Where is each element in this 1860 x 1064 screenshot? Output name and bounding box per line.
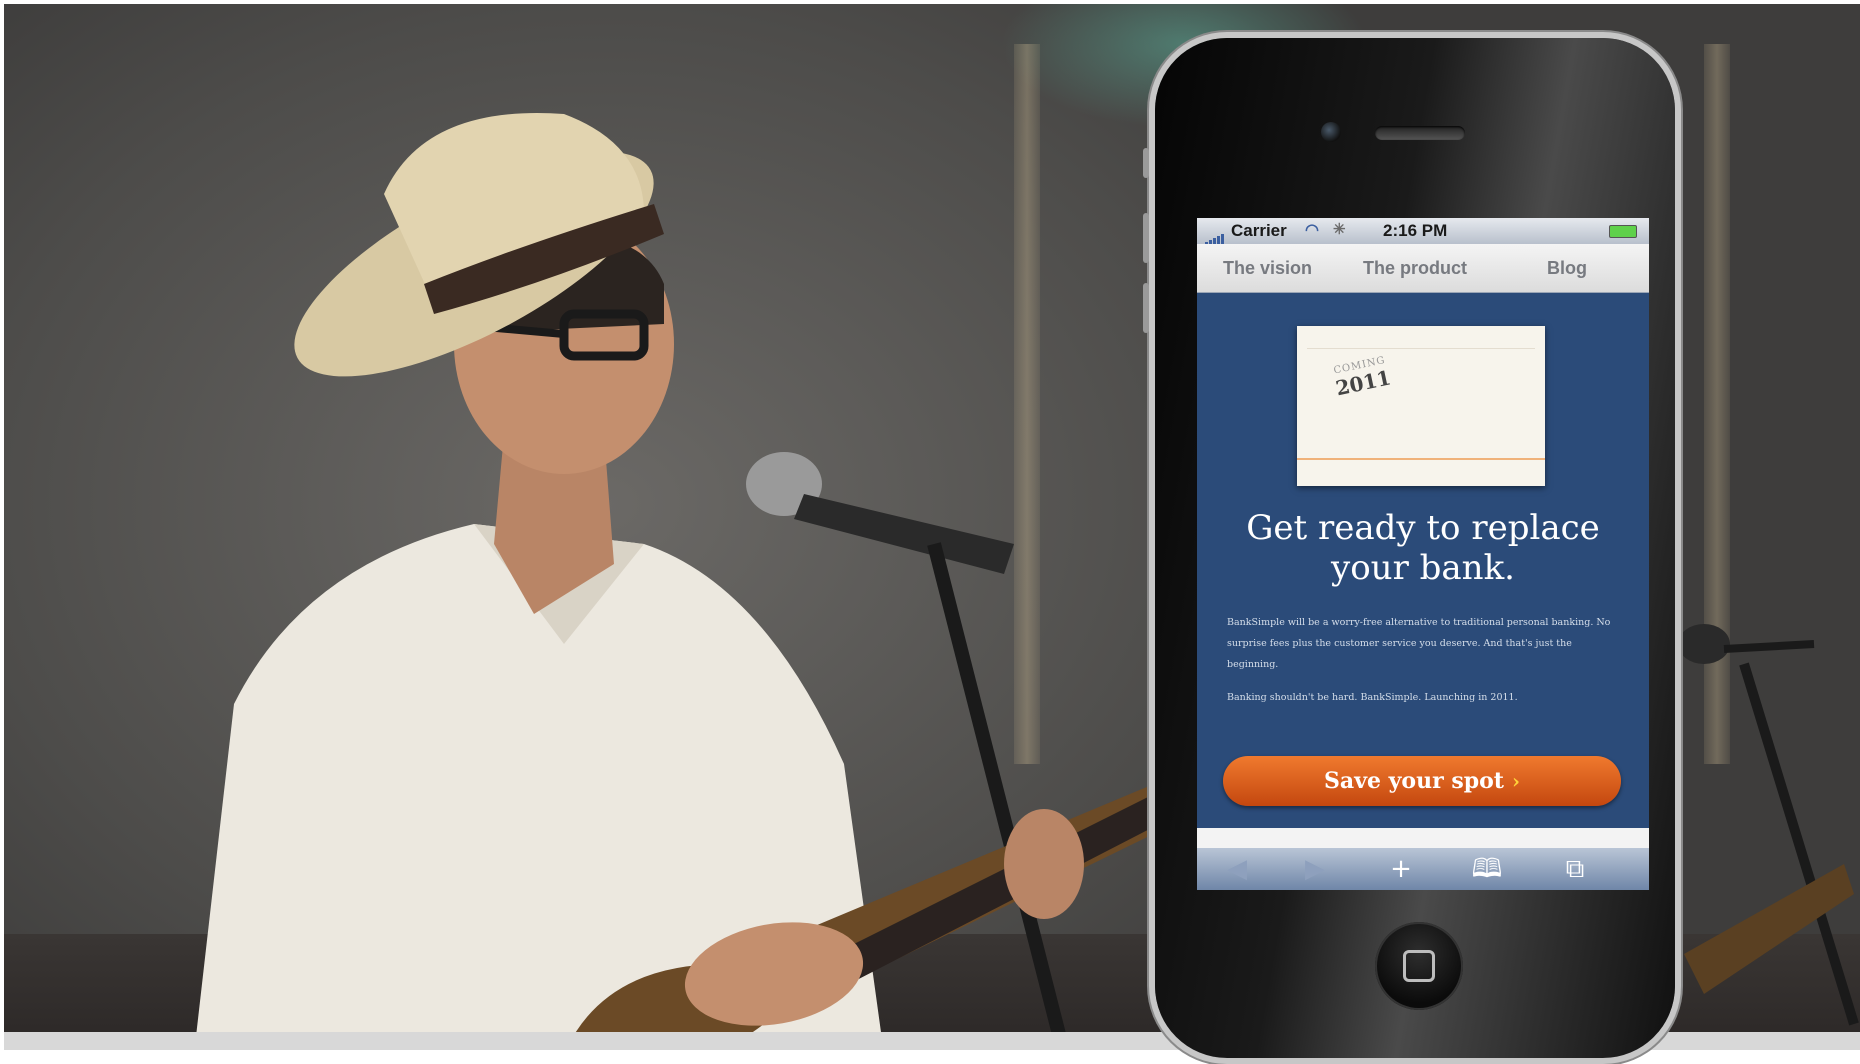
activity-spinner-icon: ✳ (1333, 221, 1346, 238)
cta-label: Save your spot (1324, 768, 1504, 794)
card-header (1307, 326, 1535, 349)
card-accent-line (1297, 458, 1545, 460)
page-bottom-strip (1197, 828, 1649, 848)
back-icon[interactable]: ◀ (1217, 854, 1257, 884)
background-microphone (1678, 624, 1859, 1026)
battery-icon (1609, 225, 1637, 238)
coming-2011-stamp: COMING 2011 (1315, 338, 1408, 416)
nav-tab-product[interactable]: The product (1363, 258, 1467, 279)
body-copy: BankSimple will be a worry-free alternat… (1227, 612, 1619, 720)
front-camera (1321, 122, 1341, 142)
iphone-mockup: Carrier ◠ ✳ 2:16 PM The vision The produ… (1143, 38, 1675, 1058)
save-your-spot-button[interactable]: Save your spot › (1223, 756, 1621, 806)
screenshot: Carrier ◠ ✳ 2:16 PM The vision The produ… (0, 0, 1860, 1064)
add-bookmark-icon[interactable]: + (1381, 854, 1421, 884)
nav-tab-blog[interactable]: Blog (1547, 258, 1587, 279)
status-time: 2:16 PM (1383, 221, 1448, 240)
earpiece-speaker (1375, 126, 1465, 140)
home-button[interactable] (1375, 922, 1463, 1010)
home-square-icon (1403, 950, 1435, 982)
arrow-right-icon: › (1511, 769, 1520, 793)
browser-toolbar: ◀ ▶ + 🕮 ⧉ (1197, 848, 1649, 890)
phone-screen: Carrier ◠ ✳ 2:16 PM The vision The produ… (1197, 218, 1649, 890)
volume-down-button (1143, 283, 1149, 333)
headline: Get ready to replace your bank. (1246, 508, 1600, 588)
body-paragraph: BankSimple will be a worry-free alternat… (1227, 617, 1611, 670)
site-nav: The vision The product Blog (1197, 244, 1649, 293)
body-paragraph: Banking shouldn't be hard. BankSimple. L… (1227, 692, 1518, 703)
status-bar: Carrier ◠ ✳ 2:16 PM (1197, 218, 1649, 246)
signal-icon (1205, 226, 1225, 246)
tabs-icon[interactable]: ⧉ (1555, 854, 1595, 884)
bookmarks-icon[interactable]: 🕮 (1467, 854, 1507, 884)
volume-up-button (1143, 213, 1149, 263)
carrier-label: Carrier (1231, 221, 1287, 240)
mute-switch (1143, 148, 1149, 178)
wifi-icon: ◠ (1305, 222, 1319, 239)
forward-icon[interactable]: ▶ (1295, 854, 1335, 884)
promo-card-image: COMING 2011 (1297, 326, 1545, 486)
nav-tab-vision[interactable]: The vision (1223, 258, 1312, 279)
performer-illustration (194, 113, 1174, 1050)
